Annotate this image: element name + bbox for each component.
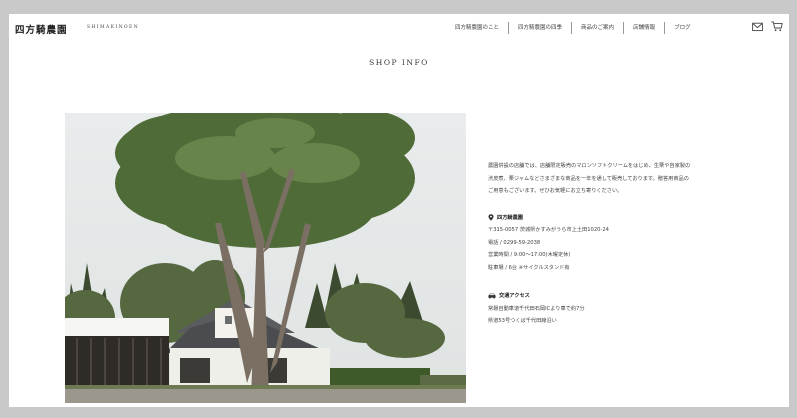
intro-text: ご用意もございます。ぜひお気軽にお立ち寄りください。	[488, 188, 623, 194]
shop-hours: 営業時間 / 9:00～17:00(木曜定休)	[488, 252, 571, 258]
intro-text: 渋皮煮、栗ジャムなどさまざまな商品を一年を通して販売しております。贈答用商品の	[488, 175, 689, 182]
intro-text: 農園併設の店舗では、店舗限定販売のマロンソフトクリームをはじめ、生栗や自家製の	[488, 163, 691, 169]
shop-address: 〒315-0057 茨城県かすみがうら市上土田1020-24	[488, 227, 609, 233]
mail-icon[interactable]	[752, 22, 763, 32]
access-line: 常磐自動車道千代田石岡ICより車で約7分	[488, 305, 585, 312]
location-pin-icon	[488, 214, 494, 221]
nav-products[interactable]: 商品のご案内	[572, 22, 623, 34]
site-logo[interactable]: 四方騎農園	[15, 22, 68, 36]
shop-parking: 駐車場 / 6台 ※サイクルスタンド有	[488, 264, 570, 271]
site-header: 四方騎農園 SHIMAKINOEN 四方騎農園のこと 四方騎農園の四季 商品のご…	[9, 14, 789, 44]
page: 四方騎農園 SHIMAKINOEN 四方騎農園のこと 四方騎農園の四季 商品のご…	[9, 14, 789, 407]
main-nav: 四方騎農園のこと 四方騎農園の四季 商品のご案内 店舗情報 ブログ	[446, 22, 700, 34]
car-icon	[488, 293, 496, 299]
shop-phone[interactable]: 電話 / 0299-59-2038	[488, 237, 748, 250]
site-logo-subtitle: SHIMAKINOEN	[87, 25, 140, 30]
page-title: SHOP INFO	[369, 58, 429, 67]
nav-seasons[interactable]: 四方騎農園の四季	[509, 22, 571, 34]
nav-blog[interactable]: ブログ	[665, 22, 700, 34]
nav-shop-info[interactable]: 店舗情報	[624, 22, 664, 34]
shop-info: 農園併設の店舗では、店舗限定販売のマロンソフトクリームをはじめ、生栗や自家製の …	[488, 160, 748, 328]
shop-photo	[65, 113, 466, 403]
access-line: 県道53号つくば千代田線沿い	[488, 318, 557, 324]
nav-about[interactable]: 四方騎農園のこと	[446, 22, 508, 34]
shop-photo-illustration	[65, 113, 466, 403]
access-heading: 交通アクセス	[488, 290, 748, 303]
shop-name-heading: 四方騎農園	[488, 212, 748, 225]
shop-name: 四方騎農園	[497, 214, 523, 221]
cart-icon[interactable]	[771, 21, 783, 32]
access-title: 交通アクセス	[499, 293, 530, 299]
